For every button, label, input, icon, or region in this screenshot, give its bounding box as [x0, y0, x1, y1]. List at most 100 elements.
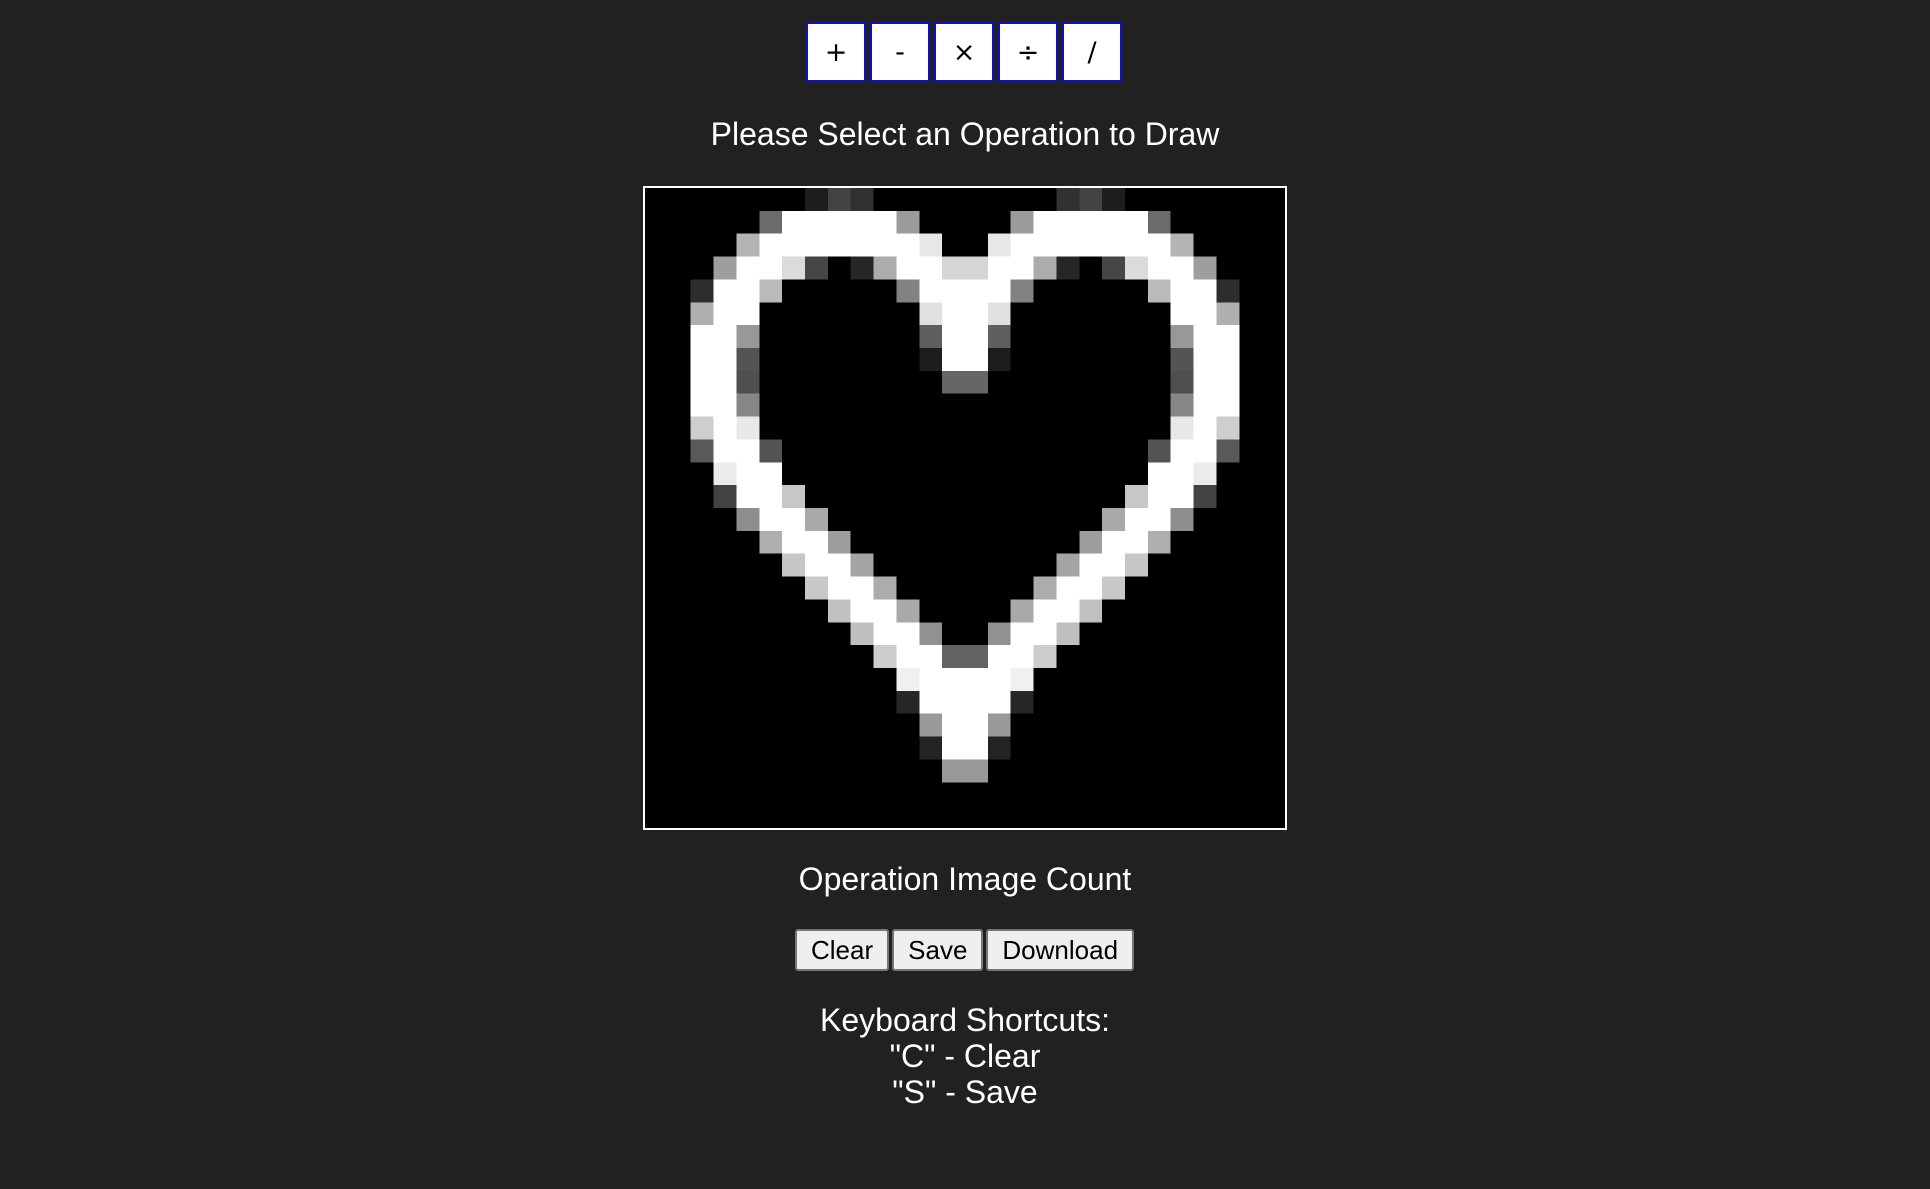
heart-pixel [919, 325, 943, 348]
heart-pixel [1193, 416, 1217, 440]
heart-pixel [942, 256, 965, 280]
heart-pixel [690, 393, 714, 417]
heart-pixel [759, 462, 783, 486]
shortcut-clear: "C" - Clear [889, 1038, 1041, 1074]
heart-pixel [896, 279, 920, 303]
heart-pixel [805, 210, 828, 234]
op-minus-button[interactable]: - [870, 22, 930, 82]
heart-pixel [942, 348, 965, 371]
heart-pixel [759, 233, 783, 257]
heart-pixel [713, 348, 737, 371]
instruction-text: Please Select an Operation to Draw [710, 116, 1220, 152]
heart-pixel [965, 370, 988, 394]
heart-pixel [1170, 348, 1194, 371]
minus-icon: - [895, 36, 905, 68]
heart-pixel [1056, 599, 1080, 623]
heart-pixel [827, 599, 851, 623]
heart-pixel [965, 736, 988, 760]
heart-pixel [736, 325, 760, 348]
heart-pixel [736, 416, 760, 440]
heart-pixel [965, 645, 988, 668]
heart-pixel [1056, 622, 1080, 646]
heart-pixel [736, 439, 760, 463]
heart-pixel [805, 530, 828, 554]
op-plus-button[interactable]: + [806, 22, 866, 82]
heart-pixel [896, 668, 920, 691]
heart-pixel [759, 530, 783, 554]
heart-pixel [1216, 416, 1240, 440]
heart-pixel [1056, 188, 1080, 211]
shortcuts-title: Keyboard Shortcuts: [820, 1002, 1110, 1038]
heart-pixel [759, 485, 783, 508]
heart-pixel [1170, 325, 1194, 348]
heart-pixel [850, 553, 874, 577]
divide-icon: ÷ [1016, 36, 1040, 68]
heart-pixel [827, 553, 851, 577]
download-button[interactable]: Download [986, 929, 1135, 971]
heart-pixel [1170, 508, 1194, 531]
heart-pixel [1125, 233, 1148, 257]
heart-pixel [1033, 210, 1057, 234]
op-divide-button[interactable]: ÷ [998, 22, 1058, 82]
heart-pixel [896, 210, 920, 234]
heart-pixel [1102, 530, 1125, 554]
heart-pixel [919, 233, 943, 257]
heart-pixel [713, 256, 737, 280]
heart-pixel [850, 599, 874, 623]
heart-pixel [1216, 393, 1240, 417]
heart-pixel [942, 713, 965, 737]
heart-pixel [919, 668, 943, 691]
heart-pixel [1193, 302, 1217, 326]
heart-pixel [1102, 210, 1125, 234]
heart-pixel [736, 370, 760, 394]
heart-pixel [713, 439, 737, 463]
heart-pixel [1193, 485, 1217, 508]
heart-pixel [1033, 645, 1057, 668]
slash-icon: / [1087, 36, 1097, 68]
heart-pixel [713, 462, 737, 486]
heart-pixel [965, 279, 988, 303]
heart-pixel [1170, 485, 1194, 508]
heart-pixel [942, 279, 965, 303]
heart-pixel [1216, 439, 1240, 463]
heart-pixel [1216, 279, 1240, 303]
heart-pixel [1102, 576, 1125, 600]
heart-pixel [942, 302, 965, 326]
drawing-canvas[interactable] [643, 186, 1287, 830]
heart-pixel [987, 279, 1011, 303]
heart-pixel [759, 279, 783, 303]
heart-pixel [736, 462, 760, 486]
heart-pixel [919, 256, 943, 280]
op-slash-button[interactable]: / [1062, 22, 1122, 82]
heart-pixel [965, 759, 988, 783]
heart-pixel [987, 256, 1011, 280]
heart-pixel [896, 622, 920, 646]
save-button[interactable]: Save [892, 929, 984, 971]
heart-pixel [1170, 370, 1194, 394]
heart-pixel [1193, 370, 1217, 394]
heart-pixel [782, 210, 805, 234]
heart-pixel [965, 325, 988, 348]
heart-pixel [736, 302, 760, 326]
heart-pixel [759, 210, 783, 234]
heart-pixel [942, 370, 965, 394]
clear-button[interactable]: Clear [795, 929, 890, 971]
heart-pixel [713, 325, 737, 348]
heart-pixel [1193, 279, 1217, 303]
heart-pixel [690, 416, 714, 440]
heart-pixel [1079, 530, 1103, 554]
heart-pixel [965, 690, 988, 714]
keyboard-shortcuts: Keyboard Shortcuts: "C" - Clear "S" - Sa… [0, 1002, 1930, 1110]
heart-pixel [782, 485, 805, 508]
heart-pixel [782, 530, 805, 554]
heart-pixel [1193, 348, 1217, 371]
heart-pixel [1193, 393, 1217, 417]
heart-pixel [1079, 233, 1103, 257]
heart-pixel [1170, 416, 1194, 440]
heart-pixel [1147, 485, 1171, 508]
heart-pixel [1010, 622, 1034, 646]
heart-pixel [942, 690, 965, 714]
heart-pixel [827, 210, 851, 234]
heart-pixel [873, 233, 897, 257]
op-multiply-button[interactable]: × [934, 22, 994, 82]
